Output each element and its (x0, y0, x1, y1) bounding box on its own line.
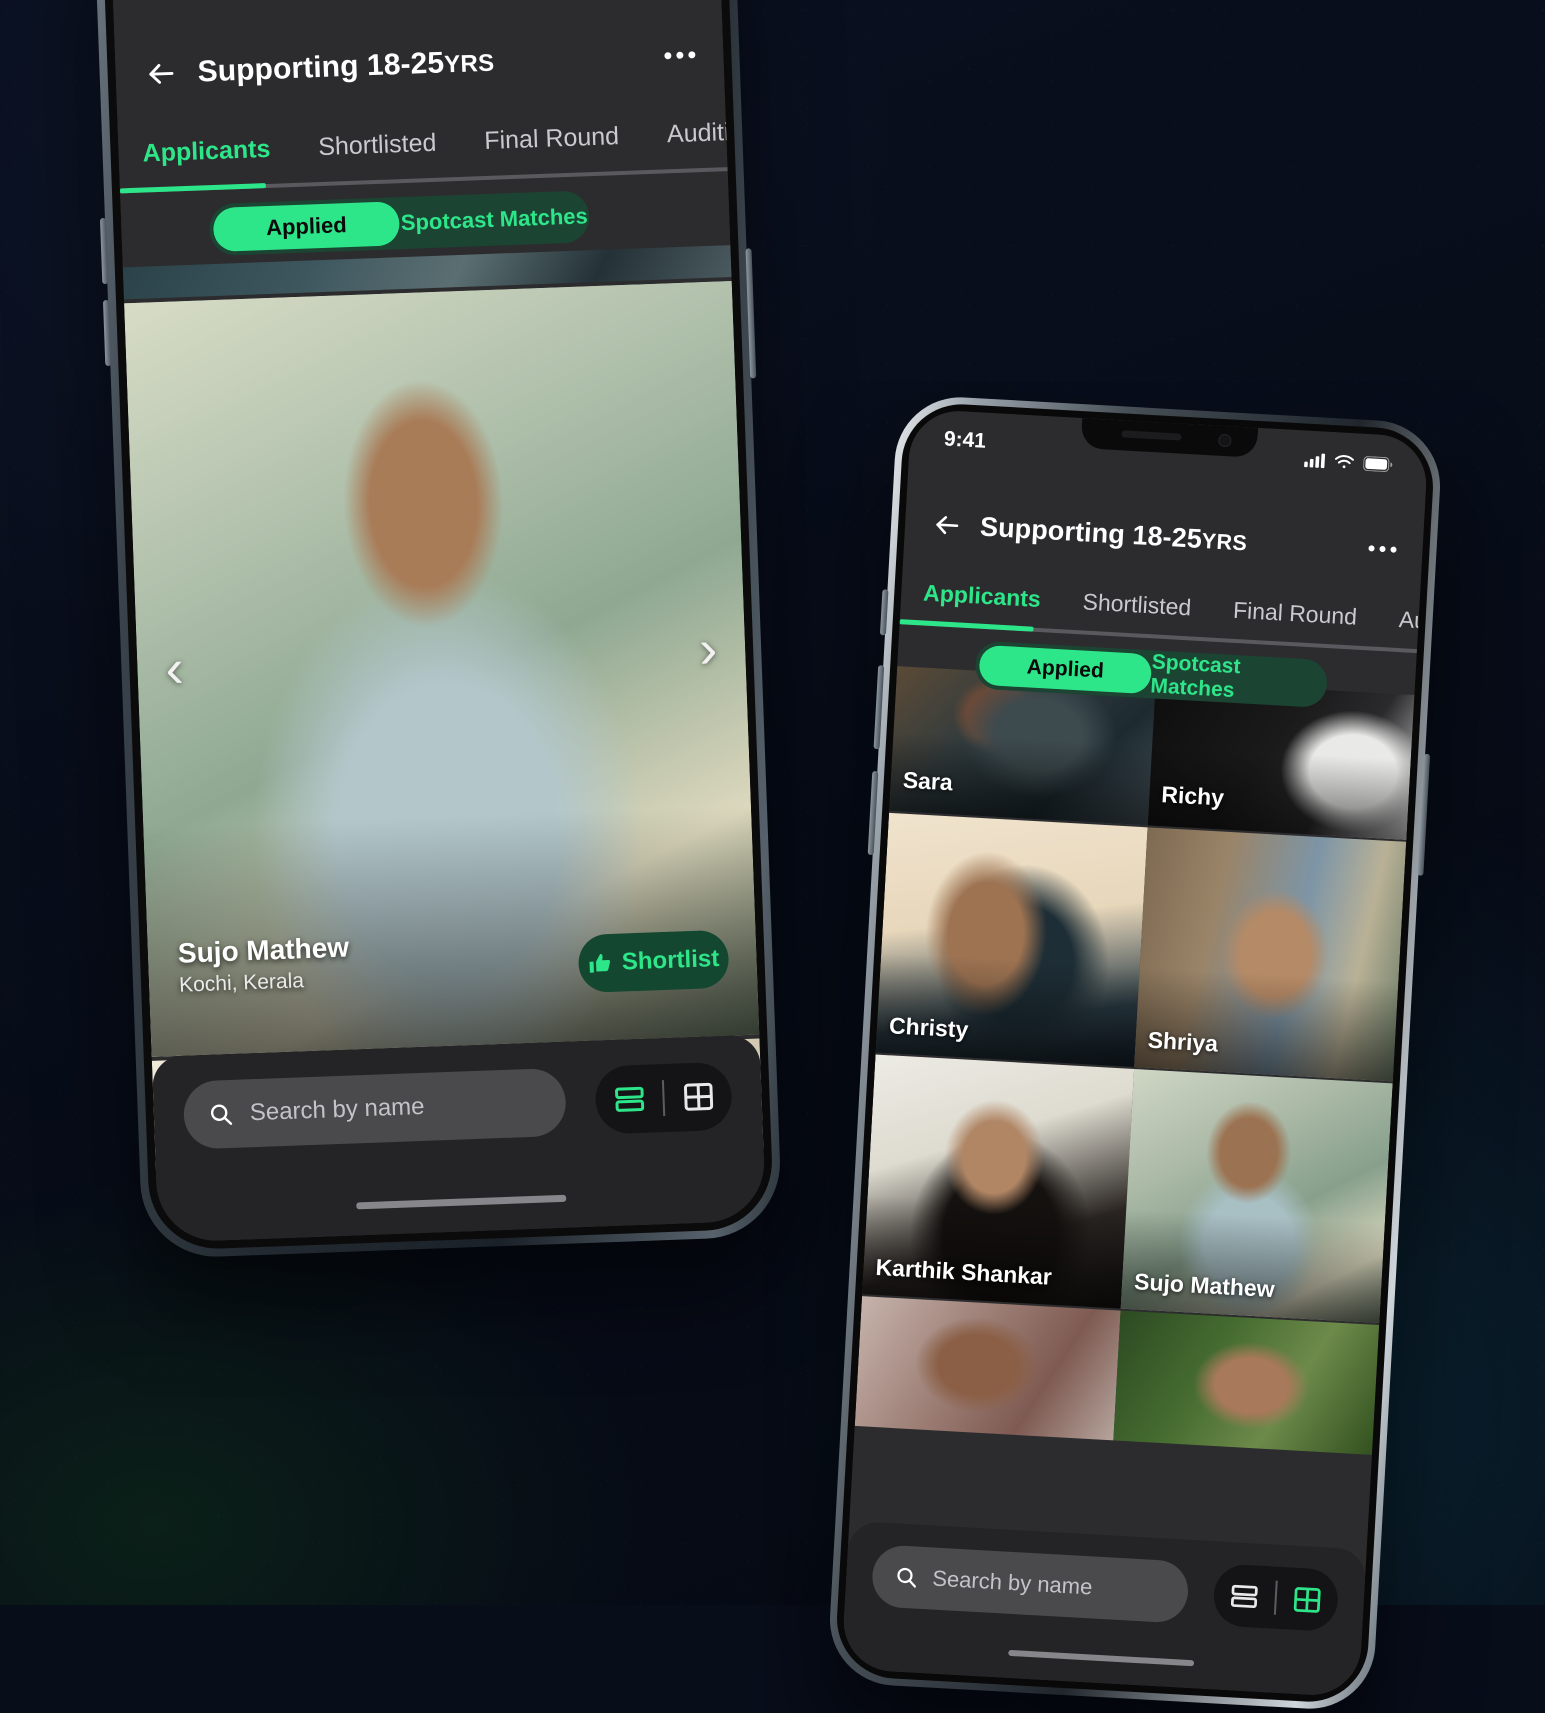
search-input[interactable]: Search by name (182, 1067, 567, 1150)
grid-cell-sujo-mathew[interactable]: Sujo Mathew (1120, 1068, 1393, 1324)
back-arrow-icon[interactable] (143, 56, 178, 91)
chevron-left-icon[interactable]: ‹ (164, 638, 184, 699)
chevron-right-icon[interactable]: › (698, 619, 718, 680)
phone-screen-right: 9:41 Supporting 18-25YRS Applicants Shor… (841, 408, 1429, 1698)
wifi-icon (1334, 454, 1355, 470)
phone-screen-left: Supporting 18-25YRS Applicants Shortlist… (109, 0, 767, 1243)
view-toggle-left (594, 1061, 733, 1135)
more-options-icon[interactable] (664, 50, 696, 59)
grid-cell-christy[interactable]: Christy (875, 812, 1148, 1067)
cellular-signal-icon (1304, 452, 1326, 468)
segment-applied[interactable]: Applied (978, 644, 1153, 695)
phone-device-right: 9:41 Supporting 18-25YRS Applicants Shor… (826, 393, 1444, 1713)
tab-applicants[interactable]: Applicants (142, 134, 271, 168)
shortlist-button[interactable]: Shortlist (577, 929, 730, 994)
page-title-main: Supporting 18-25 (979, 511, 1203, 554)
page-title-main: Supporting 18-25 (197, 46, 445, 89)
home-indicator-left (356, 1194, 567, 1210)
applicant-name: Sara (902, 766, 954, 796)
card-scrim (143, 804, 760, 1057)
list-view-icon[interactable] (1228, 1580, 1261, 1613)
hero-applicant-name: Sujo Mathew (177, 931, 350, 969)
applicant-card-hero[interactable]: ‹ › Sujo Mathew Kochi, Kerala Shortlist (124, 281, 760, 1057)
grid-cell-karthik-shankar[interactable]: Karthik Shankar (862, 1054, 1135, 1309)
view-toggle-right (1212, 1563, 1340, 1633)
tab-applicants[interactable]: Applicants (923, 579, 1042, 613)
segment-applied[interactable]: Applied (212, 201, 401, 252)
search-icon (894, 1564, 919, 1589)
search-placeholder: Search by name (931, 1565, 1094, 1600)
segment-spotcast-matches[interactable]: Spotcast Matches (1150, 650, 1328, 708)
page-title-suffix: YRS (443, 49, 495, 79)
grid-view-icon[interactable] (680, 1079, 715, 1114)
grid-cell-partial-right[interactable] (1113, 1310, 1380, 1455)
shortlist-label: Shortlist (621, 944, 720, 976)
search-input[interactable]: Search by name (870, 1544, 1190, 1624)
applicant-name: Shriya (1147, 1026, 1219, 1057)
search-icon (207, 1101, 234, 1128)
segment-spotcast-matches[interactable]: Spotcast Matches (399, 203, 590, 236)
back-arrow-icon[interactable] (930, 508, 963, 541)
tab-final-round[interactable]: Final Round (484, 122, 620, 156)
tab-shortlisted[interactable]: Shortlisted (1082, 588, 1192, 621)
bottom-bar-right: Search by name (841, 1520, 1367, 1698)
status-time: 9:41 (943, 427, 987, 453)
home-indicator-right (1008, 1649, 1195, 1667)
tab-final-round[interactable]: Final Round (1232, 596, 1357, 630)
page-title-suffix: YRS (1201, 527, 1248, 555)
status-icons (1304, 452, 1394, 472)
applicant-name: Christy (888, 1012, 970, 1043)
page-title: Supporting 18-25YRS (197, 45, 495, 90)
grid-view-icon[interactable] (1291, 1583, 1324, 1616)
phone-device-left: Supporting 18-25YRS Applicants Shortlist… (93, 0, 783, 1260)
page-title: Supporting 18-25YRS (979, 511, 1248, 557)
applicant-name: Richy (1160, 781, 1225, 811)
toggle-divider (661, 1080, 666, 1117)
hero-card-info: Sujo Mathew Kochi, Kerala (177, 932, 350, 998)
more-options-icon[interactable] (1368, 545, 1397, 553)
grid-cell-partial-left[interactable] (854, 1296, 1121, 1441)
battery-icon (1363, 455, 1394, 472)
grid-cell-shriya[interactable]: Shriya (1134, 827, 1407, 1082)
thumbs-up-icon (587, 951, 612, 976)
toggle-divider (1273, 1580, 1278, 1615)
tab-shortlisted[interactable]: Shortlisted (318, 128, 437, 161)
search-placeholder: Search by name (249, 1092, 425, 1127)
list-view-icon[interactable] (611, 1082, 646, 1117)
bottom-bar-left: Search by name (151, 1034, 767, 1243)
